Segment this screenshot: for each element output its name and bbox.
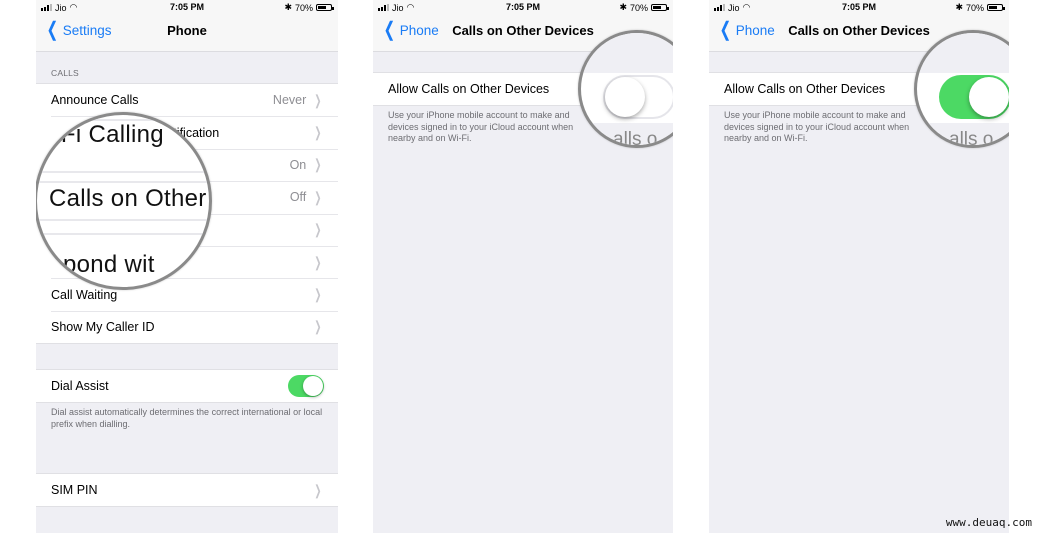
phone-settings-screen: Jio ◠ 7:05 PM ✱ 70% ❮ Settings Phone CAL…	[36, 0, 338, 533]
battery-icon	[651, 4, 669, 11]
chevron-right-icon: ❯	[314, 286, 322, 303]
bluetooth-icon: ✱	[619, 2, 627, 12]
bluetooth-icon: ✱	[955, 2, 963, 12]
row-show-caller-id[interactable]: Show My Caller ID ❯	[36, 310, 338, 343]
chevron-right-icon: ❯	[314, 91, 322, 108]
section-header-calls: CALLS	[51, 68, 79, 78]
magnified-text-respond: espond wit	[37, 251, 155, 278]
chevron-right-icon: ❯	[314, 253, 322, 270]
row-label: Dial Assist	[51, 379, 109, 394]
toggle-knob	[605, 77, 645, 117]
row-label: SIM PIN	[51, 483, 98, 498]
status-bar: Jio ◠ 7:05 PM ✱ 70%	[373, 0, 673, 14]
bluetooth-icon: ✱	[284, 2, 292, 12]
row-value: On	[289, 157, 307, 172]
battery-percent: 70%	[965, 2, 984, 13]
chevron-right-icon: ❯	[314, 188, 322, 205]
magnified-caption: alls o	[613, 129, 658, 148]
chevron-right-icon: ❯	[314, 318, 322, 335]
row-call-waiting[interactable]: Call Waiting ❯	[36, 278, 338, 310]
row-dial-assist: Dial Assist	[36, 370, 338, 402]
battery-icon	[316, 4, 334, 11]
calls-other-devices-on-screen: Jio ◠ 7:05 PM ✱ 70% ❮ Phone Calls on Oth…	[709, 0, 1009, 533]
toggle-knob	[303, 376, 323, 397]
watermark: www.deuaq.com	[945, 516, 1032, 529]
chevron-right-icon: ❯	[314, 221, 322, 238]
magnifier-overlay: i-Fi Calling Calls on Other espond wit	[36, 112, 212, 290]
page-title: Phone	[167, 23, 207, 38]
battery-percent: 70%	[629, 2, 648, 13]
chevron-right-icon: ❯	[314, 124, 322, 141]
battery-icon	[987, 4, 1005, 11]
row-label: Announce Calls	[51, 93, 139, 108]
status-bar: Jio ◠ 7:05 PM ✱ 70%	[36, 0, 338, 14]
status-bar: Jio ◠ 7:05 PM ✱ 70%	[709, 0, 1009, 14]
magnifier-overlay: alls o	[914, 30, 1009, 148]
battery-percent: 70%	[294, 2, 313, 13]
sim-pin-group: SIM PIN ❯	[36, 473, 338, 508]
row-label: Show My Caller ID	[51, 319, 155, 334]
magnified-caption: alls o	[949, 129, 994, 148]
dial-assist-toggle[interactable]	[288, 375, 324, 398]
dial-assist-group: Dial Assist	[36, 369, 338, 404]
allow-calls-toggle[interactable]	[603, 75, 673, 119]
row-value: Never	[272, 93, 307, 108]
magnified-text-calls-other: Calls on Other	[49, 185, 207, 212]
chevron-right-icon: ❯	[314, 156, 322, 173]
nav-bar: ❮ Settings Phone	[36, 14, 338, 52]
row-announce-calls[interactable]: Announce Calls Never ❯	[36, 84, 338, 116]
allow-calls-toggle[interactable]	[939, 75, 1009, 119]
magnified-text-wifi: i-Fi Calling	[47, 121, 164, 148]
row-value: Off	[289, 190, 307, 205]
row-sim-pin[interactable]: SIM PIN ❯	[36, 474, 338, 506]
toggle-knob	[969, 77, 1009, 117]
row-label: Call Waiting	[51, 287, 118, 302]
chevron-right-icon: ❯	[314, 481, 322, 498]
magnifier-overlay: alls o	[578, 30, 673, 148]
dial-assist-footer: Dial assist automatically determines the…	[51, 407, 323, 429]
calls-other-devices-off-screen: Jio ◠ 7:05 PM ✱ 70% ❮ Phone Calls on Oth…	[373, 0, 673, 533]
